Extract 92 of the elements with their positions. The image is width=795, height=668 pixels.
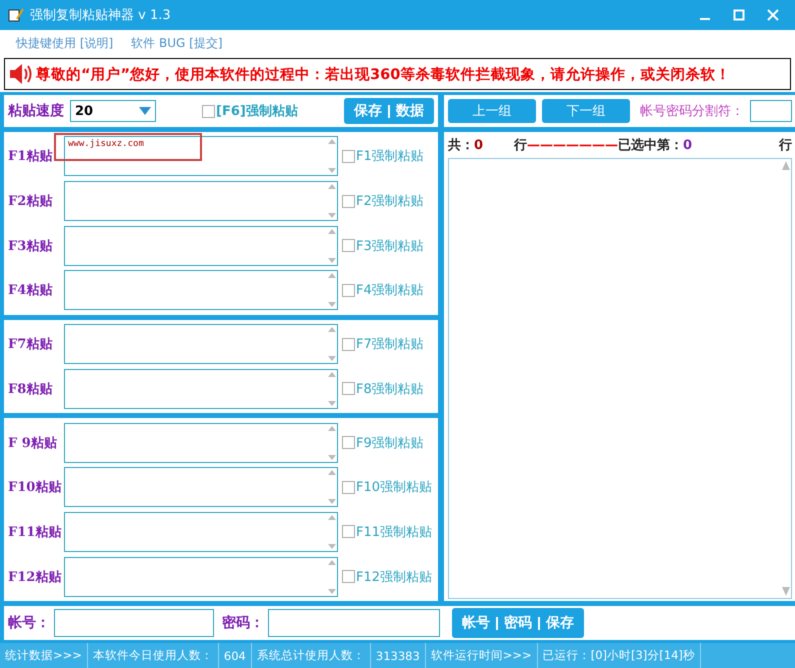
checkbox[interactable] [202, 104, 215, 118]
paste-text-area[interactable] [64, 181, 338, 222]
password-label: 密码： [222, 614, 264, 632]
paste-text-area[interactable] [64, 512, 338, 552]
speed-dropdown[interactable]: 20 [70, 100, 156, 122]
scroll-arrows-icon [327, 182, 337, 220]
checkbox-label: F10强制粘贴 [356, 479, 432, 496]
separator-label: 帐号密码分割符： [640, 103, 744, 120]
checkbox-label: [F6]强制粘贴 [216, 103, 298, 120]
window-title: 强制复制粘贴神器 v 1.3 [30, 7, 172, 24]
checkbox[interactable] [342, 194, 355, 208]
password-field[interactable] [268, 609, 440, 637]
scroll-arrows-icon [327, 468, 337, 506]
checkbox[interactable] [342, 436, 355, 450]
selected-index: 0 [683, 138, 694, 152]
row-unit: 行 [514, 137, 527, 154]
checkbox[interactable] [342, 382, 355, 396]
paste-label: F4粘贴 [8, 282, 54, 300]
status-text: 系统总计使用人数： [252, 643, 371, 668]
notice-text: 尊敬的“用户”您好，使用本软件的过程中：若出现360等杀毒软件拦截现象，请允许操作，或关闭杀软！ [36, 66, 730, 84]
group-nav-button[interactable]: 上一组 [448, 99, 536, 123]
checkbox[interactable] [342, 284, 355, 297]
checkbox-label: F3强制粘贴 [356, 238, 424, 255]
checkbox-label: F9强制粘贴 [356, 434, 424, 452]
checkbox-label: F7强制粘贴 [356, 336, 424, 354]
checkbox[interactable] [342, 239, 355, 252]
scroll-arrows-icon [327, 137, 337, 176]
account-field[interactable] [54, 609, 214, 637]
paste-text-area[interactable] [64, 422, 338, 463]
scroll-arrows-icon [327, 271, 337, 310]
separator-field[interactable] [750, 100, 792, 122]
total-count: 0 [474, 138, 484, 152]
toolbar-button[interactable]: 数据 [390, 102, 430, 120]
paste-label: F10粘贴 [8, 479, 60, 496]
checkbox-label: F4强制粘贴 [356, 282, 424, 300]
status-text: 604 [218, 643, 252, 668]
paste-label: F 9粘贴 [8, 434, 58, 452]
checkbox[interactable] [342, 525, 355, 538]
speaker-icon [9, 63, 33, 85]
maximize-icon [733, 9, 745, 21]
paste-label: F1粘贴 [8, 148, 54, 166]
scroll-arrows-icon [327, 325, 337, 364]
close-icon [767, 9, 779, 21]
scroll-arrows-icon [327, 424, 337, 462]
paste-label: F2粘贴 [8, 193, 54, 210]
checkbox[interactable] [342, 480, 355, 494]
scroll-arrows-icon [327, 226, 337, 265]
status-text: 软件运行时间>>> [426, 643, 538, 668]
status-text: 统计数据>>> [0, 643, 88, 668]
checkbox[interactable] [342, 570, 355, 584]
menu-link[interactable]: 软件 BUG [提交] [131, 34, 222, 52]
menu-link[interactable]: 快捷键使用 [说明] [16, 34, 114, 52]
dropdown-arrow-icon [139, 107, 151, 115]
action-button[interactable]: 密码 [498, 614, 538, 632]
paste-text-area[interactable] [64, 324, 338, 364]
checkbox-label: F8强制粘贴 [356, 380, 424, 398]
paste-label: F8粘贴 [8, 380, 54, 398]
dash-line: ——————— [527, 138, 618, 152]
action-button[interactable]: 帐号 [456, 614, 496, 632]
checkbox-label: F2强制粘贴 [356, 193, 424, 210]
paste-label: F3粘贴 [8, 238, 54, 255]
checkbox[interactable] [342, 338, 355, 351]
speed-label: 粘贴速度 [8, 102, 64, 120]
paste-text-area[interactable]: www.jisuxz.com [64, 136, 338, 176]
app-icon [8, 7, 24, 23]
checkbox-label: F11强制粘贴 [356, 524, 432, 541]
paste-label: F11粘贴 [8, 524, 60, 541]
group-nav-button[interactable]: 下一组 [542, 99, 630, 123]
minimize-icon [700, 18, 710, 20]
scroll-arrows-icon [327, 370, 337, 408]
status-text: 已运行：[0]小时[3]分[14]秒 [538, 643, 701, 668]
scroll-arrows-icon [327, 512, 337, 551]
account-label: 帐号： [8, 614, 50, 632]
checkbox-label: F1强制粘贴 [356, 148, 424, 166]
paste-text-area[interactable] [64, 368, 338, 409]
paste-label: F7粘贴 [8, 336, 54, 354]
status-text: 313383 [370, 643, 426, 668]
selected-label: 已选中第： [618, 137, 683, 154]
action-button[interactable]: 保存 [540, 614, 580, 632]
status-text: 本软件今日使用人数： [88, 643, 219, 668]
checkbox[interactable] [342, 150, 355, 163]
checkbox-label: F12强制粘贴 [356, 568, 432, 586]
total-label: 共： [448, 137, 474, 154]
row-unit: 行 [779, 137, 792, 154]
paste-label: F12粘贴 [8, 568, 60, 586]
paste-text-area[interactable] [64, 270, 338, 310]
paste-text-area[interactable] [64, 467, 338, 508]
scroll-arrows-icon [327, 558, 337, 596]
scroll-arrows-icon [781, 159, 791, 598]
paste-text-area[interactable] [64, 226, 338, 266]
paste-text-area[interactable] [64, 556, 338, 597]
toolbar-button[interactable]: 保存 [348, 102, 388, 120]
